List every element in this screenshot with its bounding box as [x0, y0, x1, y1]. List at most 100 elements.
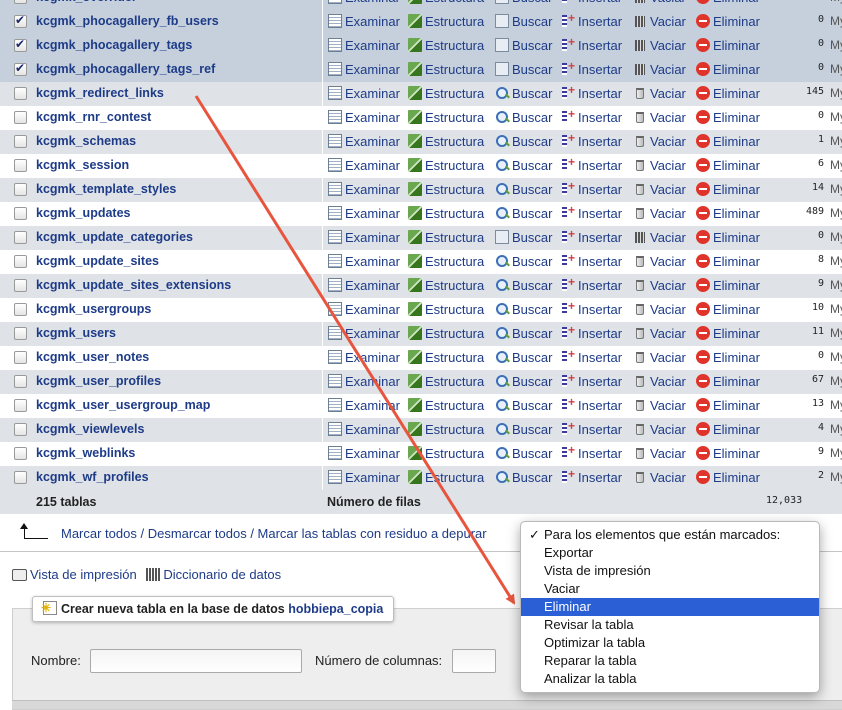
search-action[interactable]: Buscar	[495, 134, 552, 149]
search-action[interactable]: Buscar	[495, 230, 552, 245]
insert-action[interactable]: Insertar	[561, 155, 622, 173]
table-name-link[interactable]: kcgmk_redirect_links	[36, 86, 164, 100]
browse-action[interactable]: Examinar	[328, 398, 400, 413]
structure-action[interactable]: Estructura	[408, 422, 484, 437]
dropdown-option[interactable]: Eliminar	[521, 598, 819, 616]
table-row[interactable]: kcgmk_schemas Examinar Estructura Buscar Ins…	[0, 130, 842, 154]
browse-action[interactable]: Examinar	[328, 206, 400, 221]
insert-action[interactable]: Insertar	[561, 323, 622, 341]
structure-action[interactable]: Estructura	[408, 134, 484, 149]
insert-action[interactable]: Insertar	[561, 35, 622, 53]
insert-action[interactable]: Insertar	[561, 347, 622, 365]
insert-action[interactable]: Insertar	[561, 395, 622, 413]
search-action[interactable]: Buscar	[495, 398, 552, 413]
table-name-link[interactable]: kcgmk_update_categories	[36, 230, 193, 244]
insert-action[interactable]: Insertar	[561, 251, 622, 269]
drop-action[interactable]: Eliminar	[696, 374, 760, 389]
structure-action[interactable]: Estructura	[408, 230, 484, 245]
search-action[interactable]: Buscar	[495, 278, 552, 293]
browse-action[interactable]: Examinar	[328, 158, 400, 173]
row-checkbox[interactable]	[14, 399, 27, 412]
browse-action[interactable]: Examinar	[328, 182, 400, 197]
table-row[interactable]: kcgmk_overrider Examinar Estructura Buscar I…	[0, 0, 842, 10]
table-row[interactable]: kcgmk_session Examinar Estructura Buscar Ins…	[0, 154, 842, 178]
row-checkbox[interactable]	[14, 207, 27, 220]
empty-action[interactable]: Vaciar	[633, 374, 686, 389]
search-action[interactable]: Buscar	[495, 14, 552, 29]
browse-action[interactable]: Examinar	[328, 38, 400, 53]
table-row[interactable]: kcgmk_user_profiles Examinar Estructura Bus…	[0, 370, 842, 394]
browse-action[interactable]: Examinar	[328, 374, 400, 389]
search-action[interactable]: Buscar	[495, 254, 552, 269]
row-checkbox[interactable]	[14, 111, 27, 124]
table-name-link[interactable]: kcgmk_update_sites	[36, 254, 159, 268]
dropdown-option[interactable]: Optimizar la tabla	[521, 634, 819, 652]
browse-action[interactable]: Examinar	[328, 110, 400, 125]
columns-input[interactable]	[452, 649, 496, 673]
mark-all-link[interactable]: Marcar todos	[61, 526, 137, 541]
search-action[interactable]: Buscar	[495, 326, 552, 341]
structure-action[interactable]: Estructura	[408, 182, 484, 197]
browse-action[interactable]: Examinar	[328, 0, 400, 5]
insert-action[interactable]: Insertar	[561, 11, 622, 29]
insert-action[interactable]: Insertar	[561, 299, 622, 317]
structure-action[interactable]: Estructura	[408, 350, 484, 365]
drop-action[interactable]: Eliminar	[696, 350, 760, 365]
browse-action[interactable]: Examinar	[328, 350, 400, 365]
table-row[interactable]: kcgmk_updates Examinar Estructura Buscar Ins…	[0, 202, 842, 226]
search-action[interactable]: Buscar	[495, 302, 552, 317]
structure-action[interactable]: Estructura	[408, 470, 484, 485]
table-name-link[interactable]: kcgmk_wf_profiles	[36, 470, 149, 484]
table-row[interactable]: kcgmk_usergroups Examinar Estructura Buscar…	[0, 298, 842, 322]
drop-action[interactable]: Eliminar	[696, 38, 760, 53]
search-action[interactable]: Buscar	[495, 158, 552, 173]
table-row[interactable]: kcgmk_update_sites Examinar Estructura Busc…	[0, 250, 842, 274]
table-name-link[interactable]: kcgmk_user_profiles	[36, 374, 161, 388]
drop-action[interactable]: Eliminar	[696, 86, 760, 101]
row-checkbox[interactable]	[14, 61, 27, 76]
structure-action[interactable]: Estructura	[408, 302, 484, 317]
row-checkbox[interactable]	[14, 351, 27, 364]
insert-action[interactable]: Insertar	[561, 275, 622, 293]
empty-action[interactable]: Vaciar	[633, 230, 686, 245]
table-row[interactable]: kcgmk_weblinks Examinar Estructura Buscar In…	[0, 442, 842, 466]
structure-action[interactable]: Estructura	[408, 14, 484, 29]
insert-action[interactable]: Insertar	[561, 131, 622, 149]
row-checkbox[interactable]	[14, 327, 27, 340]
table-row[interactable]: kcgmk_update_sites_extensions Examinar Est…	[0, 274, 842, 298]
table-row[interactable]: kcgmk_users Examinar Estructura Buscar Inser…	[0, 322, 842, 346]
search-action[interactable]: Buscar	[495, 110, 552, 125]
row-checkbox[interactable]	[14, 471, 27, 484]
dropdown-option[interactable]: Exportar	[521, 544, 819, 562]
empty-action[interactable]: Vaciar	[633, 350, 686, 365]
row-checkbox[interactable]	[14, 231, 27, 244]
table-row[interactable]: kcgmk_viewlevels Examinar Estructura Buscar…	[0, 418, 842, 442]
structure-action[interactable]: Estructura	[408, 158, 484, 173]
table-row[interactable]: kcgmk_phocagallery_tags_ref Examinar Estru…	[0, 58, 842, 82]
browse-action[interactable]: Examinar	[328, 86, 400, 101]
row-checkbox[interactable]	[14, 135, 27, 148]
drop-action[interactable]: Eliminar	[696, 0, 760, 5]
structure-action[interactable]: Estructura	[408, 62, 484, 77]
search-action[interactable]: Buscar	[495, 374, 552, 389]
structure-action[interactable]: Estructura	[408, 38, 484, 53]
empty-action[interactable]: Vaciar	[633, 0, 686, 5]
table-name-link[interactable]: kcgmk_user_usergroup_map	[36, 398, 210, 412]
row-checkbox[interactable]	[14, 37, 27, 52]
insert-action[interactable]: Insertar	[561, 83, 622, 101]
drop-action[interactable]: Eliminar	[696, 446, 760, 461]
search-action[interactable]: Buscar	[495, 182, 552, 197]
drop-action[interactable]: Eliminar	[696, 110, 760, 125]
table-name-link[interactable]: kcgmk_session	[36, 158, 129, 172]
empty-action[interactable]: Vaciar	[633, 134, 686, 149]
structure-action[interactable]: Estructura	[408, 110, 484, 125]
empty-action[interactable]: Vaciar	[633, 422, 686, 437]
empty-action[interactable]: Vaciar	[633, 302, 686, 317]
search-action[interactable]: Buscar	[495, 446, 552, 461]
dropdown-option[interactable]: Vista de impresión	[521, 562, 819, 580]
table-row[interactable]: kcgmk_phocagallery_tags Examinar Estructur…	[0, 34, 842, 58]
structure-action[interactable]: Estructura	[408, 398, 484, 413]
empty-action[interactable]: Vaciar	[633, 278, 686, 293]
empty-action[interactable]: Vaciar	[633, 110, 686, 125]
row-checkbox[interactable]	[14, 447, 27, 460]
